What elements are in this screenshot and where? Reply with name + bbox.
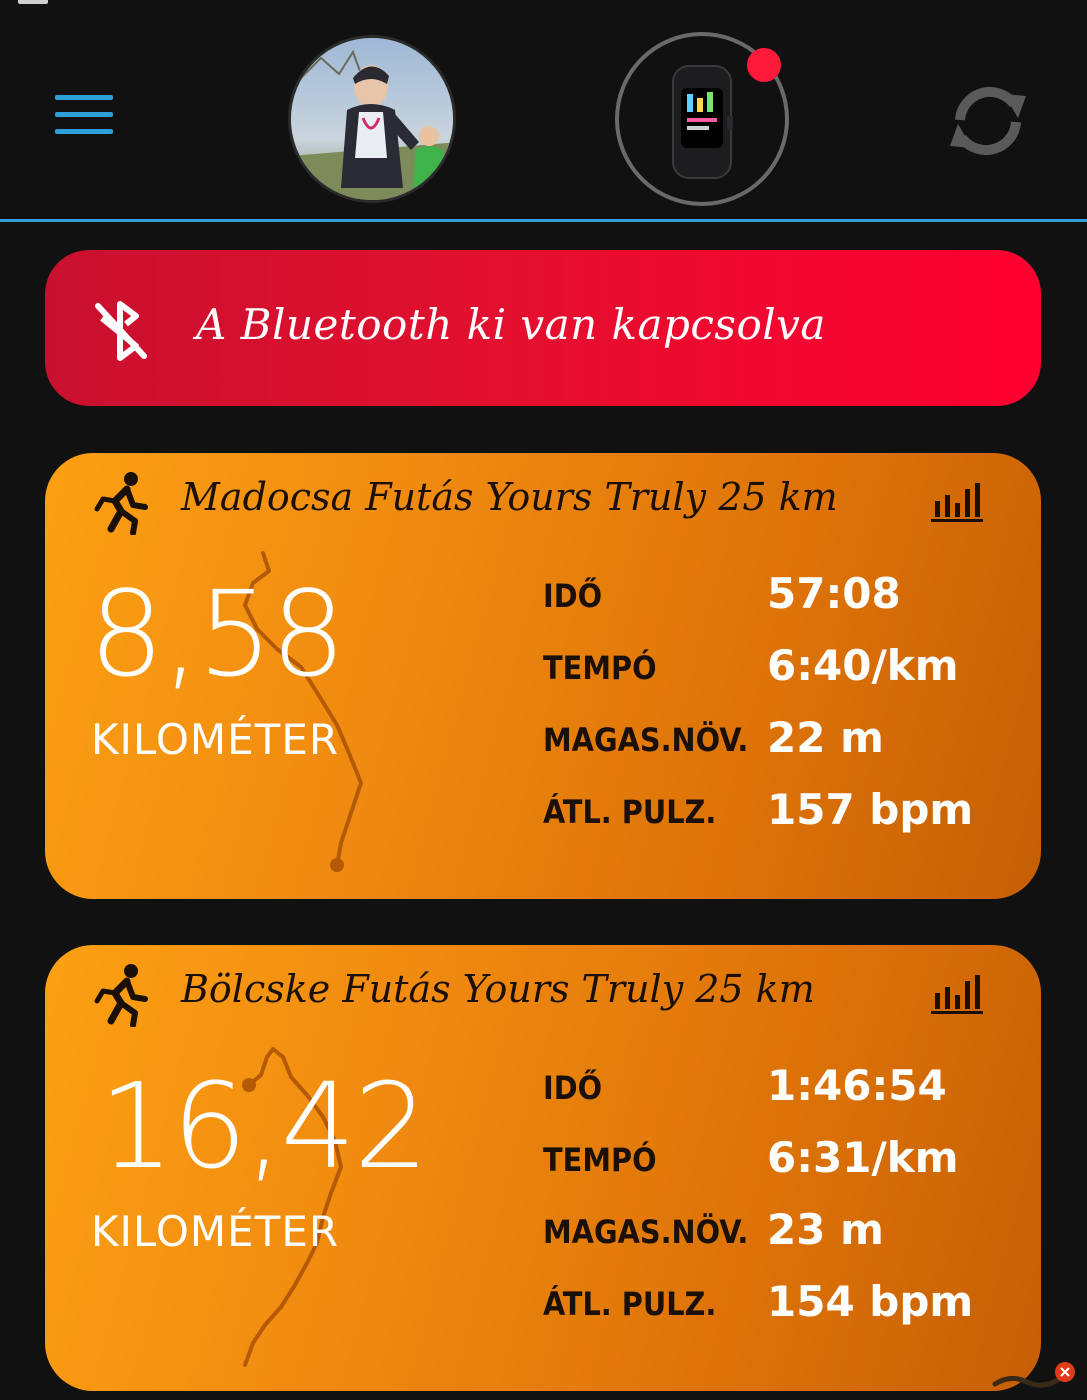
hamburger-menu-icon[interactable] bbox=[55, 95, 113, 135]
running-icon bbox=[93, 471, 151, 536]
pace-value: 6:40/km bbox=[767, 641, 959, 690]
elevation-gain-value: 22 m bbox=[767, 713, 884, 762]
elevation-gain-label: MAGAS.NÖV. bbox=[543, 1213, 749, 1251]
time-label: IDŐ bbox=[543, 577, 603, 615]
elevation-gain-label: MAGAS.NÖV. bbox=[543, 721, 749, 759]
bar-chart-icon[interactable] bbox=[931, 973, 983, 1015]
time-value: 1:46:54 bbox=[767, 1061, 947, 1110]
distance-unit: KILOMÉTER bbox=[91, 715, 340, 764]
distance-value: 16,42 bbox=[99, 1057, 429, 1195]
activity-title: Bölcske Futás Yours Truly 25 km bbox=[181, 967, 815, 1011]
sync-icon[interactable] bbox=[940, 76, 1036, 166]
time-label: IDŐ bbox=[543, 1069, 603, 1107]
bluetooth-disabled-icon bbox=[92, 300, 150, 362]
pace-value: 6:31/km bbox=[767, 1133, 959, 1182]
activity-card[interactable]: Madocsa Futás Yours Truly 25 km 8,58 KIL… bbox=[45, 453, 1041, 899]
bar-chart-icon[interactable] bbox=[931, 481, 983, 523]
avatar[interactable] bbox=[288, 35, 456, 203]
app-header bbox=[0, 0, 1087, 222]
avg-heart-rate-label: ÁTL. PULZ. bbox=[543, 1285, 717, 1323]
pace-label: TEMPÓ bbox=[543, 1141, 657, 1179]
activity-title: Madocsa Futás Yours Truly 25 km bbox=[181, 475, 838, 519]
app-screen: A Bluetooth ki van kapcsolva Madocsa Fut… bbox=[0, 0, 1087, 1400]
elevation-gain-value: 23 m bbox=[767, 1205, 884, 1254]
avg-heart-rate-value: 157 bpm bbox=[767, 785, 974, 834]
pace-label: TEMPÓ bbox=[543, 649, 657, 687]
distance-value: 8,58 bbox=[89, 565, 346, 703]
avatar-photo bbox=[291, 38, 453, 200]
running-icon bbox=[93, 963, 151, 1028]
avg-heart-rate-value: 154 bpm bbox=[767, 1277, 974, 1326]
watch-device-button[interactable] bbox=[615, 32, 789, 206]
activity-card[interactable]: Bölcske Futás Yours Truly 25 km 16,42 KI… bbox=[45, 945, 1041, 1391]
notification-dot bbox=[747, 48, 781, 82]
avg-heart-rate-label: ÁTL. PULZ. bbox=[543, 793, 717, 831]
watermark-logo bbox=[991, 1354, 1081, 1394]
distance-unit: KILOMÉTER bbox=[91, 1207, 340, 1256]
bluetooth-off-message: A Bluetooth ki van kapcsolva bbox=[196, 300, 826, 349]
time-value: 57:08 bbox=[767, 569, 901, 618]
